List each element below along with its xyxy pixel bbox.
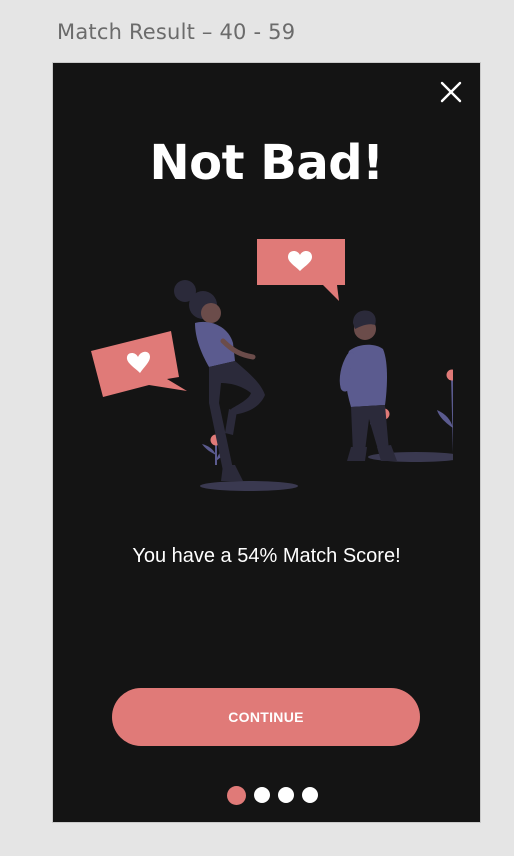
woman-speech-bubble: [91, 331, 187, 397]
man-figure: [339, 310, 397, 461]
match-result-screen: Not Bad! You have a 54% Match Score! CON…: [52, 62, 481, 823]
continue-button[interactable]: CONTINUE: [112, 688, 420, 746]
woman-figure: [174, 280, 265, 481]
page-dot-4[interactable]: [301, 787, 318, 803]
page-dot-1-active[interactable]: [226, 785, 246, 805]
close-icon[interactable]: [440, 81, 462, 103]
result-heading: Not Bad!: [149, 135, 384, 191]
match-score-message: You have a 54% Match Score!: [132, 545, 401, 567]
page-dot-3[interactable]: [277, 787, 294, 803]
plant-right-tall: [437, 369, 453, 454]
couple-illustration: [91, 239, 453, 491]
page-dot-2[interactable]: [253, 787, 270, 803]
man-speech-bubble: [257, 239, 345, 301]
woman-ground-shadow: [200, 481, 298, 491]
page-indicator: [53, 785, 480, 805]
artboard-title: Match Result – 40 - 59: [57, 20, 296, 44]
